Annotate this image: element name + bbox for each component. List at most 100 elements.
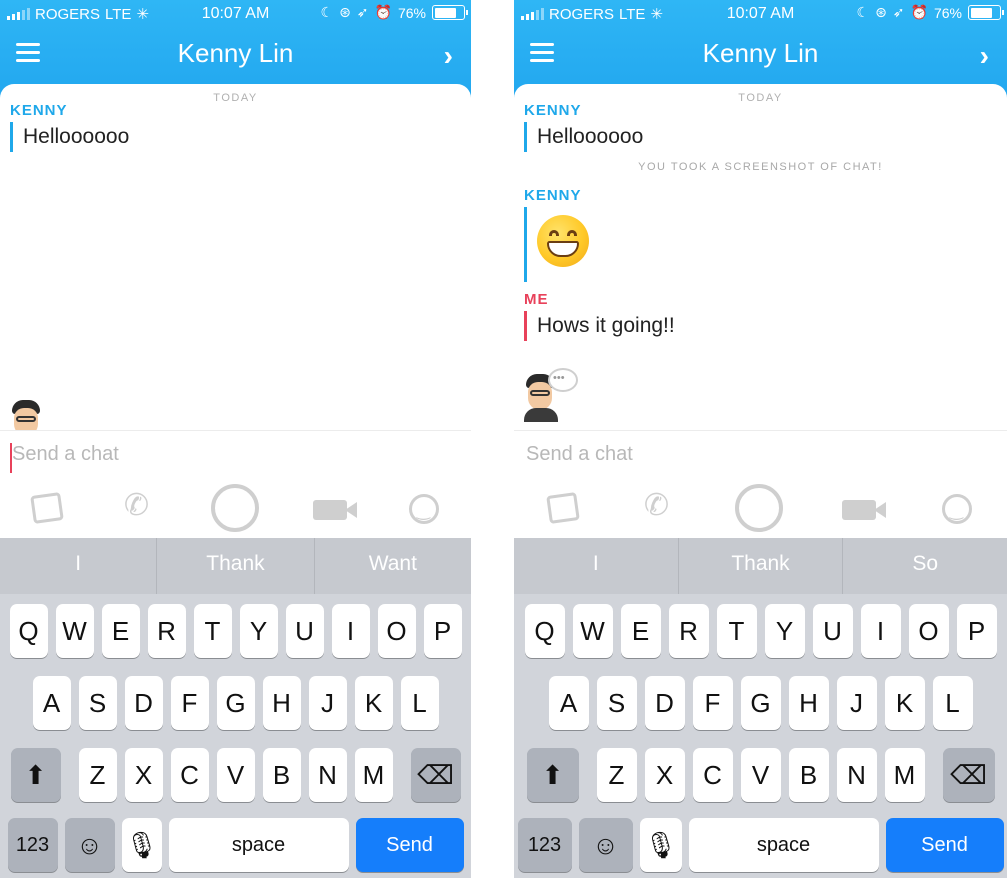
key-letter[interactable]: M <box>884 748 925 802</box>
key-letter[interactable]: H <box>262 676 301 730</box>
video-icon[interactable] <box>842 500 886 520</box>
prediction-1[interactable]: I <box>514 538 679 594</box>
shift-key[interactable]: ⬆ <box>526 748 579 802</box>
chat-input[interactable]: Send a chat <box>526 443 633 466</box>
delete-key[interactable]: ⌫ <box>410 748 461 802</box>
chat-message[interactable]: Helloooooo <box>10 122 129 152</box>
capture-button[interactable] <box>211 484 259 532</box>
key-letter[interactable]: L <box>932 676 973 730</box>
emoji-icon[interactable] <box>942 494 972 524</box>
prediction-2[interactable]: Thank <box>679 538 844 594</box>
key-letter[interactable]: F <box>692 676 733 730</box>
key-letter[interactable]: J <box>308 676 347 730</box>
key-letter[interactable]: D <box>124 676 163 730</box>
key-letter[interactable]: S <box>596 676 637 730</box>
key-letter[interactable]: X <box>124 748 163 802</box>
key-letter[interactable]: K <box>354 676 393 730</box>
chat-title[interactable]: Kenny Lin <box>514 38 1007 69</box>
key-letter[interactable]: A <box>548 676 589 730</box>
key-letter[interactable]: X <box>644 748 685 802</box>
key-letter[interactable]: E <box>620 604 661 658</box>
key-letter[interactable]: D <box>644 676 685 730</box>
key-letter[interactable]: N <box>836 748 877 802</box>
chat-message[interactable]: Hows it going!! <box>524 311 675 341</box>
key-letter[interactable]: T <box>716 604 757 658</box>
chat-title[interactable]: Kenny Lin <box>0 38 471 69</box>
key-letter[interactable]: N <box>308 748 347 802</box>
battery-percent: 76% <box>397 4 426 21</box>
key-letter[interactable]: I <box>331 604 370 658</box>
chevron-right-icon[interactable]: › <box>980 40 989 72</box>
chat-area: TODAY KENNY Helloooooo <box>0 84 471 430</box>
location-icon: ➶ <box>356 4 369 20</box>
phone-icon[interactable]: ✆ <box>124 488 149 523</box>
key-letter[interactable]: A <box>32 676 71 730</box>
chat-input[interactable]: Send a chat <box>12 443 119 466</box>
key-letter[interactable]: R <box>668 604 709 658</box>
key-letter[interactable]: C <box>170 748 209 802</box>
sticker-icon[interactable] <box>546 492 580 524</box>
key-letter[interactable]: P <box>423 604 462 658</box>
key-letter[interactable]: U <box>812 604 853 658</box>
key-letter[interactable]: W <box>572 604 613 658</box>
prediction-2[interactable]: Thank <box>157 538 315 594</box>
key-letter[interactable]: M <box>354 748 393 802</box>
key-letter[interactable]: V <box>216 748 255 802</box>
key-letter[interactable]: P <box>956 604 997 658</box>
key-letter[interactable]: E <box>101 604 140 658</box>
key-letter[interactable]: Q <box>9 604 48 658</box>
key-letter[interactable]: Y <box>764 604 805 658</box>
key-row-3: ⬆ ZXCVBNM ⌫ <box>514 748 1007 802</box>
key-letter[interactable]: C <box>692 748 733 802</box>
key-letter[interactable]: K <box>884 676 925 730</box>
key-letter[interactable]: F <box>170 676 209 730</box>
prediction-bar: I Thank Want <box>0 538 471 594</box>
key-letter[interactable]: J <box>836 676 877 730</box>
key-letter[interactable]: L <box>400 676 439 730</box>
prediction-1[interactable]: I <box>0 538 158 594</box>
key-letter[interactable]: V <box>740 748 781 802</box>
key-letter[interactable]: O <box>908 604 949 658</box>
chat-message[interactable]: Helloooooo <box>524 122 643 152</box>
key-letter[interactable]: O <box>377 604 416 658</box>
sticker-icon[interactable] <box>30 492 64 524</box>
send-key[interactable]: Send <box>355 818 464 872</box>
prediction-3[interactable]: So <box>843 538 1007 594</box>
emoji-keyboard-key[interactable]: ☺ <box>578 818 633 872</box>
key-row-1: QWERTYUIOP <box>514 604 1007 658</box>
key-letter[interactable]: W <box>55 604 94 658</box>
key-letter[interactable]: U <box>285 604 324 658</box>
shift-key[interactable]: ⬆ <box>10 748 61 802</box>
key-letter[interactable]: B <box>262 748 301 802</box>
numbers-key[interactable]: 123 <box>517 818 572 872</box>
space-key[interactable]: space <box>688 818 879 872</box>
chevron-right-icon[interactable]: › <box>444 40 453 72</box>
key-letter[interactable]: R <box>147 604 186 658</box>
phone-icon[interactable]: ✆ <box>644 488 669 523</box>
dictation-key[interactable]: 🎙 <box>121 818 162 872</box>
chat-message-emoji[interactable] <box>524 207 589 282</box>
capture-button[interactable] <box>735 484 783 532</box>
key-letter[interactable]: Z <box>78 748 117 802</box>
prediction-3[interactable]: Want <box>315 538 471 594</box>
key-letter[interactable]: B <box>788 748 829 802</box>
key-letter[interactable]: Q <box>524 604 565 658</box>
emoji-icon[interactable] <box>409 494 439 524</box>
key-letter[interactable]: G <box>216 676 255 730</box>
key-letter[interactable]: H <box>788 676 829 730</box>
dictation-key[interactable]: 🎙 <box>639 818 682 872</box>
battery-icon <box>432 5 468 20</box>
delete-key[interactable]: ⌫ <box>942 748 995 802</box>
key-letter[interactable]: Y <box>239 604 278 658</box>
key-letter[interactable]: G <box>740 676 781 730</box>
video-icon[interactable] <box>313 500 357 520</box>
space-key[interactable]: space <box>168 818 349 872</box>
key-letter[interactable]: Z <box>596 748 637 802</box>
numbers-key[interactable]: 123 <box>7 818 58 872</box>
emoji-keyboard-key[interactable]: ☺ <box>64 818 115 872</box>
key-letter[interactable]: S <box>78 676 117 730</box>
key-letter[interactable]: T <box>193 604 232 658</box>
send-key[interactable]: Send <box>885 818 1004 872</box>
key-letter[interactable]: I <box>860 604 901 658</box>
status-bar: ROGERS LTE ✳ 10:07 AM ☾ ⊛ ➶ ⏰ 76% <box>0 0 471 28</box>
